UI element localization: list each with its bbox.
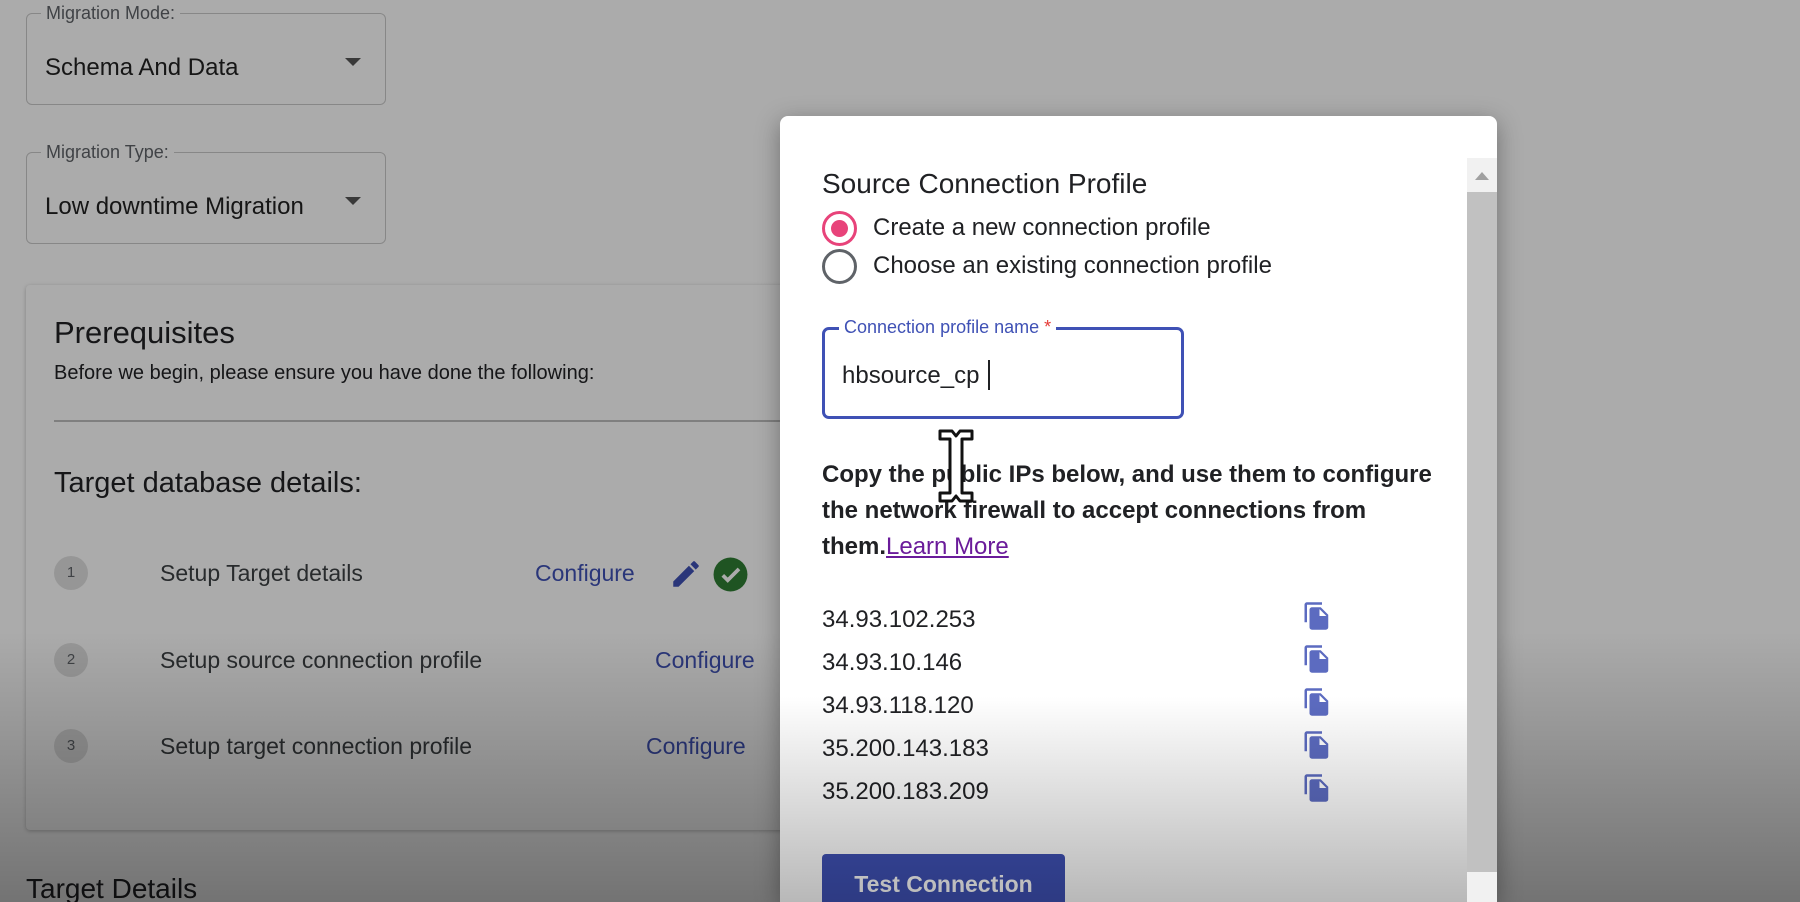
prerequisites-subtitle: Before we begin, please ensure you have …	[54, 362, 595, 384]
step-number: 2	[54, 643, 88, 677]
ip-address: 35.200.143.183	[822, 735, 989, 762]
configure-link[interactable]: Configure	[646, 733, 746, 760]
learn-more-link[interactable]: Learn More	[886, 533, 1009, 560]
ip-row: 35.200.143.183	[822, 729, 1342, 769]
migration-mode-label: Migration Mode:	[41, 3, 181, 24]
firewall-info-text: Copy the public IPs below, and use them …	[822, 457, 1432, 565]
dialog-scrollbar[interactable]	[1467, 158, 1497, 902]
required-mark: *	[1044, 317, 1052, 337]
ip-row: 34.93.102.253	[822, 600, 1342, 640]
copy-icon[interactable]	[1302, 643, 1332, 675]
step-number: 3	[54, 729, 88, 763]
scrollbar-thumb[interactable]	[1467, 192, 1497, 872]
ip-address: 35.200.183.209	[822, 778, 989, 805]
pencil-icon[interactable]	[669, 557, 703, 591]
scroll-up-icon[interactable]	[1475, 172, 1489, 180]
copy-icon[interactable]	[1302, 686, 1332, 718]
radio-label: Create a new connection profile	[873, 214, 1211, 241]
copy-icon[interactable]	[1302, 729, 1332, 761]
configure-link[interactable]: Configure	[535, 560, 635, 587]
chevron-down-icon	[345, 197, 361, 205]
radio-label: Choose an existing connection profile	[873, 252, 1272, 279]
ip-address: 34.93.118.120	[822, 692, 974, 719]
target-database-details-title: Target database details:	[54, 467, 362, 499]
step-label: Setup target connection profile	[160, 733, 472, 759]
chevron-down-icon	[345, 58, 361, 66]
radio-create-new-profile[interactable]: Create a new connection profile	[822, 211, 1382, 247]
step-label: Setup source connection profile	[160, 647, 483, 673]
migration-type-select[interactable]: Migration Type: Low downtime Migration	[26, 142, 386, 244]
ip-address: 34.93.10.146	[822, 649, 963, 676]
ip-address: 34.93.102.253	[822, 606, 976, 633]
step-number: 1	[54, 556, 88, 590]
migration-type-label: Migration Type:	[41, 142, 174, 163]
source-connection-profile-dialog: Source Connection Profile Create a new c…	[780, 116, 1497, 902]
configure-link[interactable]: Configure	[655, 647, 755, 674]
radio-button[interactable]	[822, 249, 857, 284]
target-details-title: Target Details	[26, 873, 198, 902]
copy-icon[interactable]	[1302, 772, 1332, 804]
prerequisites-title: Prerequisites	[54, 315, 235, 350]
label-text: Connection profile name	[844, 317, 1040, 337]
ip-row: 34.93.118.120	[822, 686, 1342, 726]
ip-row: 34.93.10.146	[822, 643, 1342, 683]
ip-row: 35.200.183.209	[822, 772, 1342, 812]
radio-choose-existing-profile[interactable]: Choose an existing connection profile	[822, 249, 1382, 285]
connection-profile-name-label: Connection profile name *	[839, 317, 1057, 338]
migration-mode-value: Schema And Data	[45, 54, 239, 81]
step-label: Setup Target details	[160, 560, 363, 586]
connection-profile-name-input[interactable]	[842, 358, 1162, 394]
copy-icon[interactable]	[1302, 600, 1332, 632]
check-circle-icon	[713, 557, 748, 592]
connection-profile-name-field[interactable]: Connection profile name *	[822, 317, 1184, 419]
divider	[54, 420, 814, 422]
dialog-title: Source Connection Profile	[822, 168, 1148, 199]
radio-button-checked[interactable]	[822, 211, 857, 246]
migration-type-value: Low downtime Migration	[45, 193, 304, 220]
migration-mode-select[interactable]: Migration Mode: Schema And Data	[26, 3, 386, 105]
test-connection-button[interactable]: Test Connection	[822, 854, 1065, 902]
text-caret	[988, 360, 990, 390]
